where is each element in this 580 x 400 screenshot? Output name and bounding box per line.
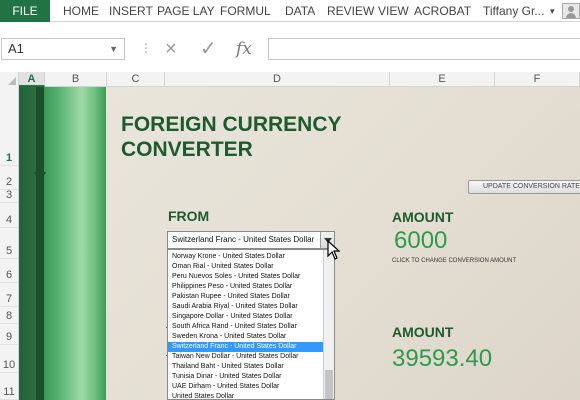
tab-home[interactable]: HOME — [63, 0, 99, 22]
currency-pair-selected: Switzerland Franc - United States Dollar — [172, 235, 315, 244]
list-item[interactable]: Sweden Krona - United States Dollar — [168, 332, 323, 342]
amount-hint-text: CLICK TO CHANGE CONVERSION AMOUNT — [392, 258, 517, 264]
column-header-e[interactable]: E — [390, 72, 495, 87]
list-item[interactable]: UAE Dirham - United States Dollar — [168, 382, 323, 392]
list-item[interactable]: United States Dollar — [168, 392, 323, 399]
list-item[interactable]: Peru Nuevos Soles - United States Dollar — [168, 272, 323, 282]
dark-green-bookmark-ribbon — [34, 87, 46, 400]
amount-label-result: AMOUNT — [392, 324, 454, 340]
user-menu-caret-icon[interactable]: ▾ — [550, 0, 555, 22]
list-item[interactable]: Thailand Baht - United States Dollar — [168, 362, 323, 372]
user-name[interactable]: Tiffany Gr... — [483, 0, 544, 22]
row-header-10[interactable]: 10 — [0, 345, 19, 373]
tab-data[interactable]: DATA — [285, 0, 315, 22]
list-item-selected[interactable]: Switzerland Franc - United States Dollar — [168, 342, 323, 352]
currency-pair-dropdown[interactable]: Switzerland Franc - United States Dollar — [167, 231, 335, 249]
list-item[interactable]: Singapore Dollar - United States Dollar — [168, 312, 323, 322]
row-header-3[interactable]: 3 — [0, 189, 19, 203]
title-line-1: FOREIGN CURRENCY — [121, 113, 342, 136]
formula-bar-grip-icon[interactable]: ⋮ — [140, 41, 152, 55]
list-item[interactable]: Saudi Arabia Riyal - United States Dolla… — [168, 302, 323, 312]
list-item[interactable]: Taiwan New Dollar - United States Dollar — [168, 352, 323, 362]
row-header-7[interactable]: 7 — [0, 283, 19, 307]
update-conversion-rates-button[interactable]: UPDATE CONVERSION RATES — [468, 180, 580, 194]
tab-review[interactable]: REVIEW — [327, 0, 374, 22]
list-item[interactable]: South Africa Rand - United States Dollar — [168, 322, 323, 332]
ribbon-tab-bar: FILE HOME INSERT PAGE LAY FORMUL DATA RE… — [0, 0, 580, 22]
row-header-5[interactable]: 5 — [0, 228, 19, 259]
tab-insert[interactable]: INSERT — [109, 0, 153, 22]
currency-pair-list[interactable]: Norway Krone - United States Dollar Oman… — [167, 249, 335, 400]
column-header-c[interactable]: C — [107, 72, 165, 87]
list-item[interactable]: Norway Krone - United States Dollar — [168, 252, 323, 262]
column-header-a[interactable]: A — [19, 72, 45, 87]
page-title: FOREIGN CURRENCY CONVERTER — [121, 112, 381, 162]
amount-label-input: AMOUNT — [392, 209, 454, 225]
list-item[interactable]: Oman Rial - United States Dollar — [168, 262, 323, 272]
formula-input[interactable] — [268, 38, 580, 60]
list-item[interactable]: Tunisia Dinar - United States Dollar — [168, 372, 323, 382]
row-header-9[interactable]: 9 — [0, 324, 19, 345]
list-item[interactable]: Philippines Peso - United States Dollar — [168, 282, 323, 292]
name-box-dropdown-icon[interactable]: ▼ — [109, 39, 118, 59]
column-header-f[interactable]: F — [495, 72, 580, 87]
tab-view[interactable]: VIEW — [378, 0, 409, 22]
row-header-6[interactable]: 6 — [0, 259, 19, 283]
function-fx-icon[interactable]: fx — [236, 36, 252, 62]
row-header-8[interactable]: 8 — [0, 307, 19, 324]
column-header-b[interactable]: B — [45, 72, 107, 87]
cancel-icon[interactable]: × — [165, 36, 177, 62]
tab-formulas[interactable]: FORMUL — [220, 0, 271, 22]
row-header-1[interactable]: 1 — [0, 87, 19, 166]
name-box-value: A1 — [8, 41, 24, 56]
tab-page-layout[interactable]: PAGE LAY — [157, 0, 215, 22]
converted-amount-value: 39593.40 — [392, 345, 493, 372]
select-all-corner[interactable] — [0, 72, 19, 87]
row-header-2[interactable]: 2 — [0, 166, 19, 190]
title-line-2: CONVERTER — [121, 138, 253, 161]
list-scrollbar-thumb[interactable] — [325, 370, 333, 399]
tab-file[interactable]: FILE — [0, 0, 50, 22]
from-label: FROM — [168, 208, 210, 224]
column-header-d[interactable]: D — [165, 72, 390, 87]
amount-input-value[interactable]: 6000 — [394, 227, 447, 255]
name-box[interactable]: A1 ▼ — [1, 38, 125, 60]
row-header-4[interactable]: 4 — [0, 203, 19, 228]
selected-column-a-highlight — [19, 87, 36, 400]
row-header-11[interactable]: 11 — [0, 373, 19, 400]
enter-check-icon[interactable]: ✓ — [200, 36, 217, 62]
worksheet-area[interactable]: FOREIGN CURRENCY CONVERTER UPDATE CONVER… — [19, 87, 580, 400]
list-scrollbar[interactable] — [323, 250, 334, 399]
user-avatar-icon[interactable] — [562, 3, 580, 19]
tab-acrobat[interactable]: ACROBAT — [414, 0, 471, 22]
list-item[interactable]: Pakistan Rupee - United States Dollar — [168, 292, 323, 302]
